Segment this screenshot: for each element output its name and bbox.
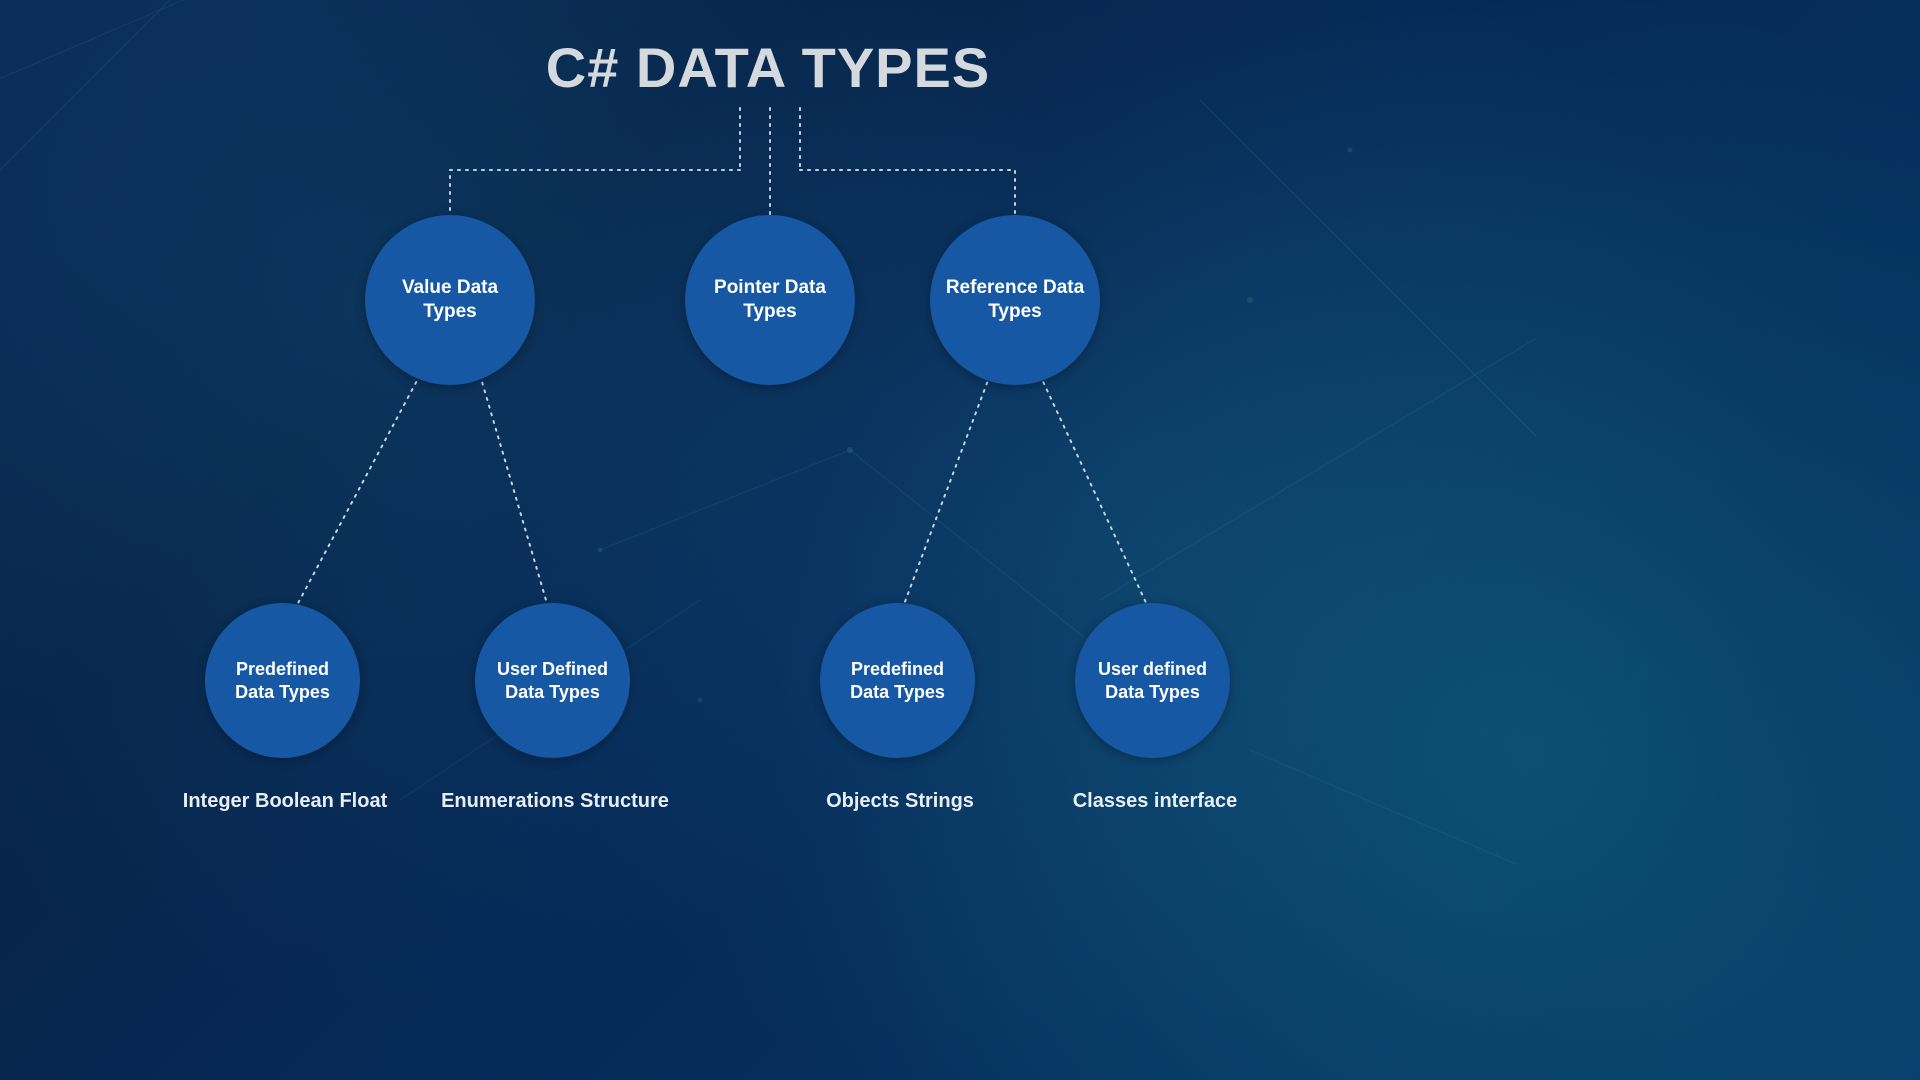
leaf-value-predefined: Integer Boolean Float	[165, 790, 405, 813]
node-reference-data-types: Reference DataTypes	[930, 215, 1100, 385]
node-value-predefined: PredefinedData Types	[205, 603, 360, 758]
node-label: User DefinedData Types	[497, 658, 608, 703]
diagram-title: C# DATA TYPES	[0, 35, 1536, 100]
node-label: Pointer DataTypes	[714, 276, 826, 324]
node-label: Reference DataTypes	[946, 276, 1084, 324]
leaf-reference-predefined: Objects Strings	[800, 790, 1000, 813]
node-label: User definedData Types	[1098, 658, 1207, 703]
node-label: Value DataTypes	[402, 276, 498, 324]
node-pointer-data-types: Pointer DataTypes	[685, 215, 855, 385]
node-value-data-types: Value DataTypes	[365, 215, 535, 385]
node-reference-userdefined: User definedData Types	[1075, 603, 1230, 758]
leaf-value-userdefined: Enumerations Structure	[430, 790, 680, 813]
node-label: PredefinedData Types	[235, 658, 330, 703]
node-label: PredefinedData Types	[850, 658, 945, 703]
node-value-userdefined: User DefinedData Types	[475, 603, 630, 758]
leaf-reference-userdefined: Classes interface	[1050, 790, 1260, 813]
node-reference-predefined: PredefinedData Types	[820, 603, 975, 758]
